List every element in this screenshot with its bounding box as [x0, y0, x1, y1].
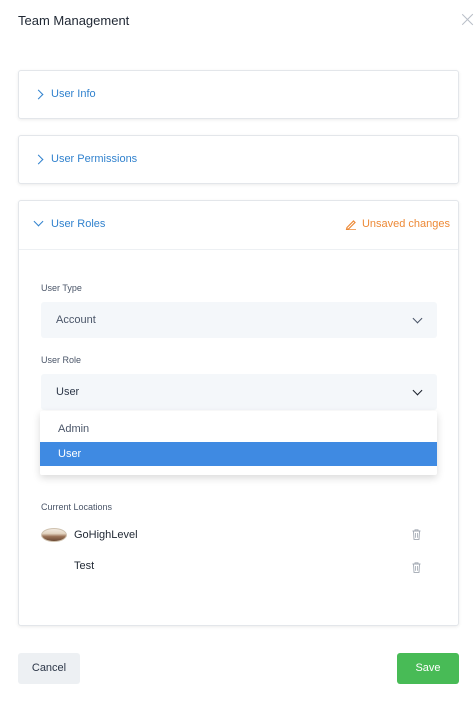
section-divider: [19, 249, 458, 250]
user-type-value: Account: [56, 314, 96, 326]
user-permissions-label: User Permissions: [51, 153, 138, 165]
trash-icon[interactable]: [412, 529, 421, 540]
user-info-section[interactable]: User Info: [18, 70, 459, 119]
location-name: GoHighLevel: [74, 529, 138, 541]
cancel-button[interactable]: Cancel: [18, 653, 80, 684]
location-name: Test: [74, 560, 95, 572]
user-role-select[interactable]: User: [41, 374, 437, 410]
user-info-header[interactable]: User Info: [19, 71, 458, 119]
location-item: GoHighLevel: [41, 525, 437, 549]
chevron-right-icon: [33, 154, 44, 165]
chevron-down-icon: [412, 313, 423, 324]
user-roles-header[interactable]: User Roles Unsaved changes: [19, 201, 458, 249]
user-role-dropdown: Admin User: [40, 411, 437, 475]
user-permissions-header[interactable]: User Permissions: [19, 136, 458, 184]
chevron-right-icon: [33, 89, 44, 100]
chevron-down-icon: [33, 216, 44, 227]
location-avatar: [41, 528, 67, 542]
user-role-label: User Role: [41, 355, 82, 365]
user-type-select[interactable]: Account: [41, 302, 437, 338]
save-button[interactable]: Save: [397, 653, 459, 684]
user-type-label: User Type: [41, 283, 82, 293]
dropdown-option-user[interactable]: User: [40, 442, 437, 466]
trash-icon[interactable]: [412, 562, 421, 573]
user-permissions-section[interactable]: User Permissions: [18, 135, 459, 184]
unsaved-changes-text: Unsaved changes: [361, 218, 450, 230]
dropdown-option-admin[interactable]: Admin: [40, 417, 437, 441]
pencil-icon: [345, 220, 356, 230]
unsaved-changes-indicator: Unsaved changes: [345, 218, 450, 230]
modal-title: Team Management: [18, 13, 130, 28]
location-item: Test: [41, 556, 437, 580]
user-roles-label: User Roles: [51, 218, 106, 230]
user-info-label: User Info: [51, 88, 96, 100]
chevron-down-icon: [412, 385, 423, 396]
current-locations-label: Current Locations: [41, 502, 113, 512]
close-icon[interactable]: [461, 13, 474, 26]
user-role-value: User: [56, 386, 80, 398]
